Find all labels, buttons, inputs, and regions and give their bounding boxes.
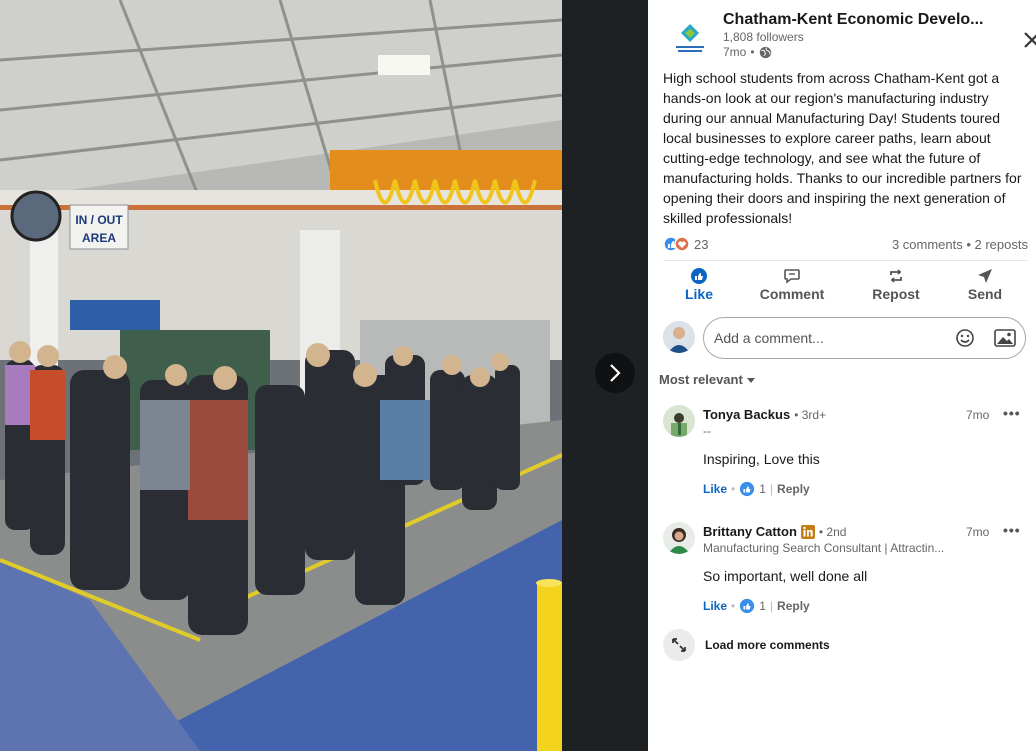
repost-label: Repost bbox=[872, 286, 920, 302]
comment-actions: Like • 1 | Reply bbox=[703, 598, 810, 614]
commenter-headline: -- bbox=[703, 424, 711, 438]
comment-composer: Add a comment... bbox=[663, 317, 1028, 359]
reaction-count[interactable]: 23 bbox=[694, 237, 708, 252]
user-avatar-image bbox=[663, 321, 695, 353]
comment-item: Brittany Catton • 2nd Manufacturing Sear… bbox=[663, 522, 1028, 622]
send-label: Send bbox=[967, 286, 1003, 302]
like-button[interactable]: Like bbox=[680, 266, 718, 306]
chevron-right-icon bbox=[610, 364, 621, 382]
comment-reply-button[interactable]: Reply bbox=[777, 482, 810, 496]
commenter-avatar[interactable] bbox=[663, 405, 695, 437]
comment-like-button[interactable]: Like bbox=[703, 599, 727, 613]
commenter-avatar-image bbox=[663, 522, 695, 554]
company-logo[interactable] bbox=[668, 18, 712, 62]
comment-reply-button[interactable]: Reply bbox=[777, 599, 810, 613]
post-header: Chatham-Kent Economic Develo... 1,808 fo… bbox=[668, 10, 1036, 66]
separator-dot: • bbox=[731, 599, 736, 613]
sort-comments-dropdown[interactable]: Most relevant bbox=[659, 372, 756, 387]
follower-count: 1,808 followers bbox=[723, 30, 804, 44]
comment-input-placeholder: Add a comment... bbox=[714, 330, 824, 346]
comment-icon bbox=[784, 269, 800, 284]
factory-scene-image: IN / OUT AREA bbox=[0, 0, 562, 751]
sort-label: Most relevant bbox=[659, 372, 743, 387]
commenter-name-row[interactable]: Brittany Catton • 2nd bbox=[703, 524, 846, 539]
comment-label: Comment bbox=[759, 286, 825, 302]
send-button[interactable]: Send bbox=[965, 266, 1005, 306]
svg-text:AREA: AREA bbox=[82, 231, 116, 245]
like-love-reaction-icon bbox=[663, 236, 690, 252]
comment-input[interactable]: Add a comment... bbox=[703, 317, 1026, 359]
close-button[interactable] bbox=[1020, 28, 1036, 52]
premium-badge-icon bbox=[800, 524, 815, 539]
company-logo-icon bbox=[676, 24, 704, 52]
comments-reposts-count[interactable]: 3 comments • 2 reposts bbox=[892, 237, 1028, 252]
comment-like-count[interactable]: 1 bbox=[759, 599, 766, 613]
comment-text: So important, well done all bbox=[703, 568, 868, 584]
repost-button[interactable]: Repost bbox=[871, 266, 921, 306]
connection-degree: • 2nd bbox=[818, 524, 847, 539]
post-details-panel: Chatham-Kent Economic Develo... 1,808 fo… bbox=[648, 0, 1036, 751]
comment-like-button[interactable]: Like bbox=[703, 482, 727, 496]
commenter-name-row[interactable]: Tonya Backus • 3rd+ bbox=[703, 407, 826, 422]
expand-arrows-icon bbox=[663, 629, 695, 661]
next-image-button[interactable] bbox=[595, 353, 635, 393]
author-name[interactable]: Chatham-Kent Economic Develo... bbox=[723, 11, 984, 29]
separator-bar: | bbox=[769, 482, 774, 496]
caret-down-icon bbox=[746, 377, 755, 383]
post-viewer: IN / OUT AREA Chatham-Kent Economic Deve… bbox=[0, 0, 1036, 751]
meta-dot: • bbox=[750, 45, 755, 59]
connection-degree: • 3rd+ bbox=[794, 407, 827, 422]
post-actions-bar: Like Comment Repost Send bbox=[658, 266, 1028, 306]
repost-icon bbox=[890, 269, 902, 283]
send-icon bbox=[978, 269, 992, 283]
comment-more-options-button[interactable]: ••• bbox=[1003, 405, 1021, 421]
svg-text:IN / OUT: IN / OUT bbox=[75, 213, 123, 227]
load-more-label: Load more comments bbox=[705, 638, 830, 652]
comment-actions: Like • 1 | Reply bbox=[703, 481, 810, 497]
post-body-text: High school students from across Chatham… bbox=[663, 70, 1022, 226]
thumbs-up-icon bbox=[691, 268, 707, 284]
commenter-name[interactable]: Brittany Catton bbox=[703, 524, 797, 539]
social-counts: 23 3 comments • 2 reposts bbox=[663, 235, 1028, 253]
commenter-avatar-image bbox=[663, 405, 695, 437]
commenter-avatar[interactable] bbox=[663, 522, 695, 554]
comment-time: 7mo bbox=[966, 408, 990, 422]
close-icon bbox=[1024, 32, 1036, 48]
divider bbox=[663, 260, 1028, 261]
commenter-name[interactable]: Tonya Backus bbox=[703, 407, 790, 422]
comment-item: Tonya Backus • 3rd+ -- 7mo ••• Inspiring… bbox=[663, 405, 1028, 505]
like-reaction-icon bbox=[740, 598, 755, 614]
reaction-icons[interactable] bbox=[663, 235, 693, 253]
post-meta: 7mo • bbox=[723, 45, 772, 59]
like-reaction-icon bbox=[740, 481, 755, 497]
separator-bar: | bbox=[769, 599, 774, 613]
commenter-headline: Manufacturing Search Consultant | Attrac… bbox=[703, 541, 945, 555]
image-icon[interactable] bbox=[994, 328, 1016, 348]
emoji-icon[interactable] bbox=[955, 328, 975, 348]
current-user-avatar[interactable] bbox=[663, 321, 695, 353]
comment-like-count[interactable]: 1 bbox=[759, 482, 766, 496]
post-time: 7mo bbox=[723, 45, 747, 59]
like-label: Like bbox=[684, 286, 713, 302]
comment-text: Inspiring, Love this bbox=[703, 451, 820, 467]
separator-dot: • bbox=[731, 482, 736, 496]
load-more-comments-button[interactable]: Load more comments bbox=[663, 628, 830, 662]
comment-more-options-button[interactable]: ••• bbox=[1003, 522, 1021, 538]
post-photo[interactable]: IN / OUT AREA bbox=[0, 0, 562, 751]
globe-icon bbox=[759, 46, 771, 58]
comment-button[interactable]: Comment bbox=[758, 266, 826, 306]
comment-time: 7mo bbox=[966, 525, 990, 539]
